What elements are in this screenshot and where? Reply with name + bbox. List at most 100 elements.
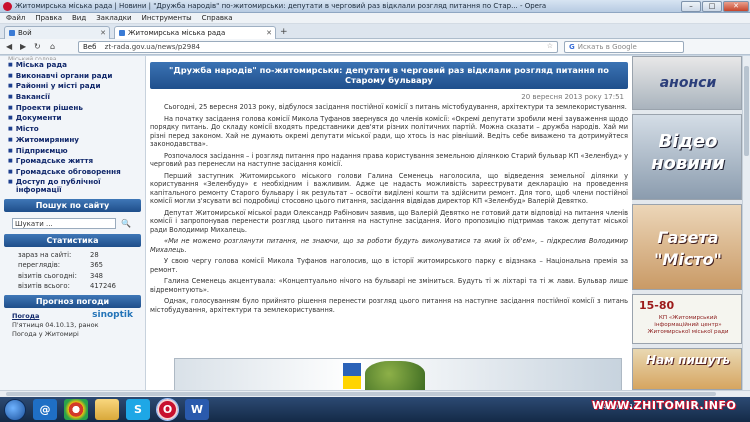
article-paragraph: Депутат Житомирської міської ради Олекса… [150, 208, 628, 234]
minimize-button[interactable]: – [681, 0, 701, 12]
site-search-header: Пошук по сайту [4, 198, 141, 212]
article-paragraph: Розпочалося засідання – і розгляд питанн… [150, 151, 628, 169]
article-paragraph: У свою чергу голова комісії Микола Туфан… [150, 257, 628, 274]
menu-tools[interactable]: Инструменты [142, 14, 192, 22]
article-photo [174, 358, 622, 390]
banner-phone: 15-80 [639, 299, 675, 312]
article-paragraph: Галина Семенець акцентувала: «Концептуал… [150, 277, 628, 294]
banner-label: анонси [659, 75, 717, 91]
window-titlebar: Житомирська міська рада | Новини | "Друж… [0, 0, 750, 13]
scroll-thumb[interactable] [6, 392, 716, 396]
skype-icon[interactable]: S [126, 399, 150, 420]
search-field[interactable]: G Искать в Google [564, 41, 684, 53]
weather-date: П'ятниця 04.10.13, ранок [12, 320, 99, 329]
window-title: Житомирська міська рада | Новини | "Друж… [15, 2, 547, 10]
nav-item-residents[interactable]: Житомирянину [8, 135, 145, 146]
menu-bookmarks[interactable]: Закладки [96, 14, 131, 22]
article: "Дружба народів" по-житомирськи: депутат… [150, 62, 628, 390]
chrome-icon[interactable] [64, 399, 88, 420]
main-nav: Міська рада Виконавчі органи ради Районн… [0, 60, 145, 196]
scroll-thumb[interactable] [744, 66, 749, 156]
info-center-banner[interactable]: 15-80 КП «Житомирський інформаційний цен… [632, 294, 742, 344]
opera-icon [3, 1, 12, 11]
stat-value: 348 [90, 271, 103, 280]
site-search: 🔍 [12, 218, 137, 230]
search-placeholder: Искать в Google [577, 43, 637, 51]
stat-label: візитів сьогодні: [18, 271, 77, 280]
word-icon[interactable]: W [185, 399, 209, 420]
stat-value: 365 [90, 261, 103, 270]
reload-icon[interactable]: ↻ [34, 42, 41, 51]
google-icon: G [569, 43, 575, 51]
plant-image [365, 361, 425, 390]
stat-value: 28 [90, 250, 99, 259]
nav-item-public-discussion[interactable]: Громадське обговорення [8, 167, 145, 178]
nav-item-public-life[interactable]: Громадське життя [8, 156, 145, 167]
statistics-header: Статистика [4, 233, 141, 247]
stat-row: візитів всього: 417246 [18, 281, 145, 292]
address-bar[interactable]: Веб zt-rada.gov.ua/news/p2984 ☆ [78, 41, 558, 53]
article-paragraph: Сьогодні, 25 вересня 2013 року, відбулос… [164, 103, 627, 111]
close-tab-icon[interactable]: ✕ [100, 29, 106, 37]
back-icon[interactable]: ◀ [6, 42, 12, 51]
internet-explorer-icon[interactable]: @ [33, 399, 57, 420]
banner-label: Нам пишуть [646, 353, 730, 367]
tab-zt-rada[interactable]: Житомирська міська рада ✕ [114, 26, 276, 39]
address-toolbar: ◀ ▶ ↻ ⌂ Веб zt-rada.gov.ua/news/p2984 ☆ … [0, 39, 750, 55]
web-page: Міський голова Міська рада Виконавчі орг… [0, 56, 742, 390]
tab-favicon-icon [9, 30, 15, 36]
banner-label: Газета "Місто" [654, 228, 722, 269]
sinoptik-logo[interactable]: sinoptik [92, 310, 133, 320]
menu-help[interactable]: Справка [202, 14, 233, 22]
weather-widget: Погода sinoptik П'ятниця 04.10.13, ранок… [12, 310, 137, 346]
nav-item-city-council[interactable]: Міська рада [8, 60, 145, 71]
stat-value: 417246 [90, 282, 116, 291]
write-to-us-banner[interactable]: Нам пишуть [632, 348, 742, 390]
horizontal-scrollbar[interactable] [0, 390, 750, 397]
folder-icon[interactable] [95, 399, 119, 420]
article-paragraph: На початку засідання голова комісії Мико… [150, 114, 628, 149]
maximize-button[interactable]: □ [702, 0, 722, 12]
close-tab-icon[interactable]: ✕ [266, 29, 272, 37]
nav-item-vacancies[interactable]: Вакансії [8, 92, 145, 103]
vertical-scrollbar[interactable] [742, 56, 750, 390]
tab-label: Вой [18, 29, 32, 37]
new-tab-icon[interactable]: + [280, 27, 288, 37]
stat-label: переглядів: [18, 261, 61, 270]
site-search-input[interactable] [12, 218, 116, 230]
start-button[interactable] [4, 398, 26, 421]
tab-favicon-icon [119, 30, 125, 36]
tab-voi[interactable]: Вой ✕ [4, 26, 110, 39]
newspaper-banner[interactable]: Газета "Місто" [632, 204, 742, 290]
menu-file[interactable]: Файл [6, 14, 25, 22]
menu-view[interactable]: Вид [72, 14, 86, 22]
article-paragraph: Перший заступник Житомирського міського … [150, 171, 628, 206]
opera-taskbar-icon[interactable]: O [156, 398, 179, 421]
menu-edit[interactable]: Правка [35, 14, 62, 22]
stat-row: зараз на сайті: 28 [18, 250, 145, 261]
close-button[interactable]: ✕ [723, 0, 749, 12]
forward-icon[interactable]: ▶ [20, 42, 26, 51]
search-icon[interactable]: 🔍 [121, 219, 131, 228]
nav-item-city[interactable]: Місто [8, 124, 145, 135]
nav-item-draft-decisions[interactable]: Проекти рішень [8, 103, 145, 114]
announcements-banner[interactable]: анонси [632, 56, 742, 110]
video-news-banner[interactable]: Відео новини [632, 114, 742, 200]
tab-label: Житомирська міська рада [128, 29, 226, 37]
weather-city: Погода у Житомирі [12, 329, 79, 338]
nav-item-public-info[interactable]: Доступ до публічної інформації [8, 177, 145, 196]
nav-item-executive-bodies[interactable]: Виконавчі органи ради [8, 71, 145, 82]
article-date: 20 вересня 2013 року 17:51 [521, 93, 624, 101]
url-text: zt-rada.gov.ua/news/p2984 [104, 43, 201, 51]
banner-label: КП «Житомирський інформаційний центр» Жи… [647, 315, 729, 335]
nav-item-district-councils[interactable]: Районні у місті ради [8, 81, 145, 92]
article-quote: «Ми не можемо розглянути питання, не зна… [150, 237, 628, 254]
nav-item-entrepreneurs[interactable]: Підприємцю [8, 146, 145, 157]
stat-row: переглядів: 365 [18, 260, 145, 271]
nav-item-documents[interactable]: Документи [8, 113, 145, 124]
article-title: "Дружба народів" по-житомирськи: депутат… [150, 62, 628, 89]
bookmark-star-icon[interactable]: ☆ [547, 42, 553, 50]
watermark: WWW.ZHITOMIR.INFO [592, 399, 737, 412]
banner-label: Відео новини [651, 131, 725, 174]
home-icon[interactable]: ⌂ [50, 42, 55, 51]
